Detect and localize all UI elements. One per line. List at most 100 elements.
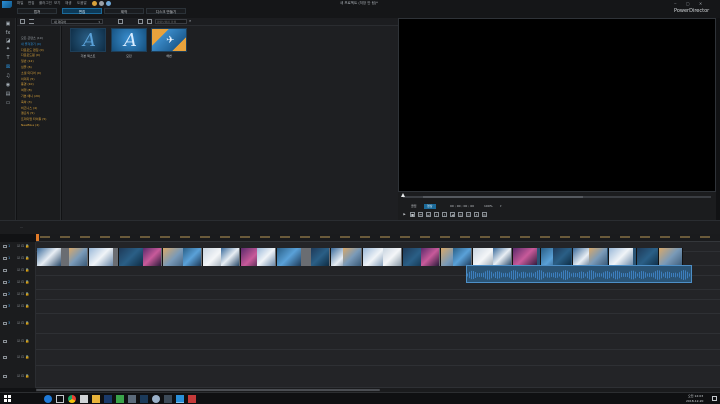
category-item[interactable]: NewBlue (4) <box>21 124 39 127</box>
video-clip[interactable] <box>637 248 659 266</box>
next-frame-button[interactable]: ⏭ <box>426 212 431 217</box>
category-item[interactable]: 모든 콘텐츠 (19) <box>21 37 43 40</box>
track-toggle-icons[interactable]: ☑ ⊡ 🔒 <box>17 355 30 360</box>
menu-help[interactable]: 도움말 <box>77 1 87 6</box>
track-toggle-icons[interactable]: ☑ ⊡ 🔒 <box>17 321 30 326</box>
pip-room-icon[interactable]: ◪ <box>4 38 12 44</box>
tab-create-disc[interactable]: 디스크 만들기 <box>146 8 186 14</box>
volume-icon[interactable]: ◀ <box>450 212 455 217</box>
menu-play[interactable]: 재생 <box>65 1 71 6</box>
video-clip[interactable] <box>331 248 363 266</box>
tab-capture[interactable]: 캡쳐 <box>17 8 57 14</box>
video-clip[interactable] <box>659 248 683 266</box>
track-toggle-icons[interactable]: ☑ ⊡ 🔒 <box>17 374 30 379</box>
track-toggle-icons[interactable]: ☑ ⊡ 🔒 <box>17 280 30 285</box>
category-item[interactable]: 소셜 미디어 (0) <box>21 71 41 75</box>
close-button[interactable]: ✕ <box>699 1 702 6</box>
zoom-select[interactable]: 100% <box>484 205 493 208</box>
preview-zoom-bar[interactable] <box>423 196 583 198</box>
preview-scrubber-handle[interactable] <box>401 193 405 197</box>
layout-icon[interactable] <box>147 19 152 24</box>
video-clip[interactable] <box>119 248 163 266</box>
library-item[interactable]: ✈ 해변 <box>151 28 187 58</box>
stop-button[interactable]: ■ <box>410 212 415 217</box>
minimize-button[interactable]: ‒ <box>674 1 677 6</box>
movie-mode-label[interactable]: 영상 <box>424 204 436 209</box>
file-explorer-icon[interactable] <box>92 395 100 403</box>
new-item-icon[interactable] <box>118 19 123 24</box>
tab-edit[interactable]: 편집 <box>62 8 102 14</box>
import-icon[interactable] <box>20 19 25 24</box>
scrollbar-thumb[interactable] <box>36 389 380 391</box>
menu-plugins[interactable]: 플러그인 <box>39 1 52 6</box>
category-item[interactable]: 결혼식 (5) <box>21 112 34 115</box>
particle-room-icon[interactable]: ✦ <box>4 46 12 52</box>
edge-browser-icon[interactable] <box>44 395 52 403</box>
app-icon[interactable] <box>188 395 196 403</box>
info-icon[interactable] <box>99 1 104 6</box>
play-button[interactable]: ▶ <box>402 212 407 217</box>
video-clip[interactable] <box>363 248 403 266</box>
playhead-icon[interactable] <box>36 234 39 241</box>
menu-view[interactable]: 보기 <box>54 1 60 6</box>
video-clip[interactable] <box>277 248 331 266</box>
powerdirector-taskbar-icon[interactable] <box>176 395 184 403</box>
category-item[interactable]: 여행 (8) <box>21 89 32 92</box>
video-clip[interactable] <box>541 248 573 266</box>
audio-mixing-icon[interactable]: ♫ <box>4 73 12 79</box>
task-view-icon[interactable] <box>56 395 64 403</box>
subtitle-room-icon[interactable]: ▭ <box>4 100 12 106</box>
cloud-icon[interactable] <box>152 395 160 403</box>
video-clip[interactable] <box>513 248 541 266</box>
library-search-input[interactable] <box>155 19 187 24</box>
mark-in-button[interactable]: [ <box>434 212 439 217</box>
media-room-icon[interactable]: ▣ <box>4 21 12 27</box>
video-clip[interactable] <box>203 248 241 266</box>
library-item[interactable]: A 기본 텍스트 <box>70 28 106 58</box>
preview-window[interactable] <box>398 18 716 192</box>
video-clip[interactable] <box>37 248 89 266</box>
category-item[interactable]: 비즈니스 (4) <box>21 106 37 110</box>
video-clip[interactable] <box>241 248 277 266</box>
menu-icon[interactable] <box>29 19 34 24</box>
settings-icon[interactable] <box>106 1 111 6</box>
maximize-button[interactable]: ▢ <box>686 1 690 6</box>
monitor-icon[interactable]: ▭ <box>466 212 471 217</box>
3d-icon[interactable]: 3 <box>474 212 479 217</box>
undock-icon[interactable]: ⧉ <box>482 212 487 217</box>
track-toggle-icons[interactable]: ☑ ⊡ 🔒 <box>17 256 30 261</box>
video-clip[interactable] <box>89 248 119 266</box>
video-clip[interactable] <box>473 248 513 266</box>
track-toggle-icons[interactable]: ☑ ⊡ 🔒 <box>17 268 30 273</box>
notification-icon[interactable] <box>92 1 97 6</box>
category-item[interactable]: 기본 애니 (20) <box>21 95 40 98</box>
prev-frame-button[interactable]: ⏮ <box>418 212 423 217</box>
category-item[interactable]: 축하 (3) <box>21 100 32 104</box>
library-item[interactable]: A 모던 <box>111 28 147 58</box>
category-item[interactable]: 풍경 (10) <box>21 83 34 86</box>
notification-center-icon[interactable] <box>712 396 717 401</box>
track-toggle-icons[interactable]: ☑ ⊡ 🔒 <box>17 292 30 297</box>
more-icon[interactable]: ⋯ <box>20 225 23 229</box>
app-icon[interactable] <box>164 395 172 403</box>
windows-start-icon[interactable] <box>4 395 12 403</box>
video-clip[interactable] <box>609 248 637 266</box>
app-icon[interactable] <box>128 395 136 403</box>
search-icon[interactable]: ⌕ <box>189 18 191 23</box>
snapshot-icon[interactable]: ◎ <box>458 212 463 217</box>
clip-mode-label[interactable]: 클립 <box>411 205 417 208</box>
category-item[interactable]: 프리미엄 타이틀 (5) <box>21 118 46 121</box>
transition-room-icon[interactable]: ⊠ <box>4 64 12 70</box>
chapter-room-icon[interactable]: ▤ <box>4 91 12 97</box>
media-dropdown[interactable]: 내 미디어 ▾ <box>51 19 103 24</box>
video-clip[interactable] <box>403 248 441 266</box>
messenger-icon[interactable] <box>116 395 124 403</box>
video-clip[interactable] <box>441 248 473 266</box>
effect-room-icon[interactable]: fx <box>4 30 12 36</box>
voiceover-icon[interactable]: ◉ <box>4 82 12 88</box>
tab-produce[interactable]: 제작 <box>104 8 144 14</box>
photoshop-icon[interactable] <box>104 395 112 403</box>
chrome-icon[interactable] <box>68 395 76 403</box>
preview-scrubber-track[interactable] <box>401 193 711 198</box>
track-toggle-icons[interactable]: ☑ ⊡ 🔒 <box>17 304 30 309</box>
